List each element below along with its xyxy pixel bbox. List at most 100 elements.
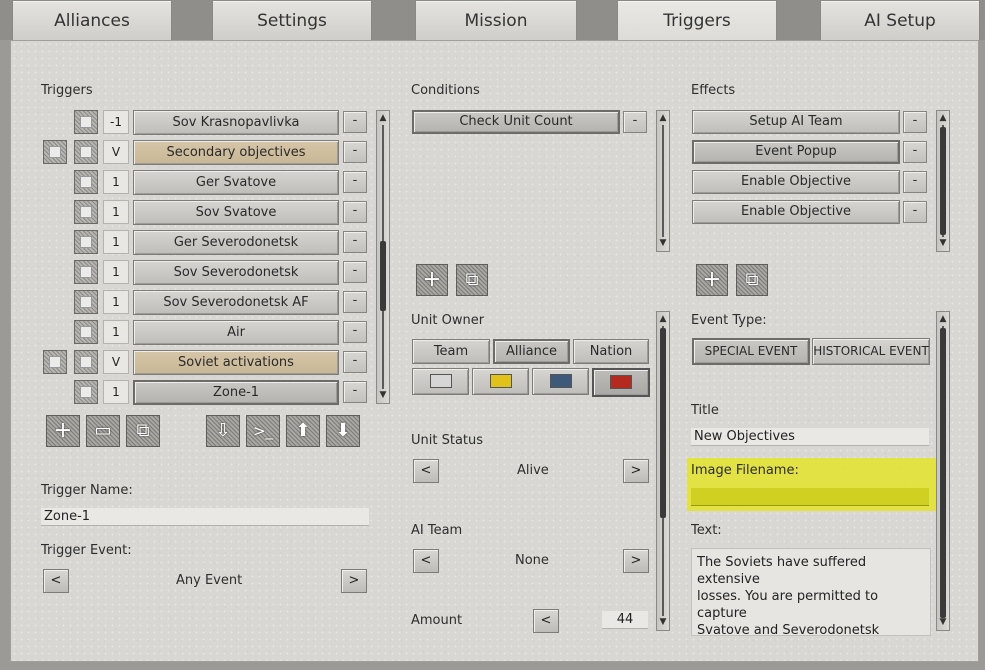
trigger-checkbox[interactable] xyxy=(74,290,98,314)
trigger-checkbox[interactable] xyxy=(74,200,98,224)
remove-trigger-button[interactable]: - xyxy=(343,231,367,253)
trigger-checkbox[interactable] xyxy=(74,140,98,164)
trigger-button[interactable]: Sov Severodonetsk AF xyxy=(133,290,339,315)
group-checkbox[interactable] xyxy=(43,350,67,374)
effect-details-scrollbar[interactable]: ▲ ▼ xyxy=(936,311,950,631)
color-option-yellow[interactable] xyxy=(472,368,529,395)
scroll-down-icon[interactable]: ▼ xyxy=(378,389,388,401)
trigger-group-button[interactable]: Secondary objectives xyxy=(133,140,339,165)
scroll-down-icon[interactable]: ▼ xyxy=(938,616,948,628)
owner-tab-nation[interactable]: Nation xyxy=(573,339,649,364)
trigger-button[interactable]: Ger Severodonetsk xyxy=(133,230,339,255)
tab-triggers[interactable]: Triggers xyxy=(617,0,777,42)
scroll-down-icon[interactable]: ▼ xyxy=(938,237,948,249)
scroll-down-icon[interactable]: ▼ xyxy=(658,237,668,249)
amount-decrease-button[interactable]: < xyxy=(533,609,559,633)
remove-trigger-button[interactable]: - xyxy=(343,321,367,343)
event-text-area[interactable]: The Soviets have suffered extensive loss… xyxy=(691,548,931,638)
scroll-thumb[interactable] xyxy=(940,328,946,618)
trigger-checkbox[interactable] xyxy=(74,230,98,254)
trigger-button[interactable]: Sov Krasnopavlivka xyxy=(133,110,339,135)
remove-trigger-button[interactable]: - xyxy=(343,261,367,283)
trigger-group-button[interactable]: Soviet activations xyxy=(133,350,339,375)
ai-team-next-button[interactable]: > xyxy=(623,549,649,573)
tab-settings[interactable]: Settings xyxy=(212,0,372,40)
console-icon[interactable]: >_ xyxy=(246,415,280,447)
trigger-event-next-button[interactable]: > xyxy=(341,569,367,593)
add-trigger-icon[interactable]: + xyxy=(46,415,80,447)
effect-item[interactable]: Enable Objective xyxy=(692,200,900,224)
tab-ai-setup[interactable]: AI Setup xyxy=(820,0,980,40)
trigger-checkbox[interactable] xyxy=(74,380,98,404)
trigger-button[interactable]: Sov Svatove xyxy=(133,200,339,225)
trigger-button[interactable]: Air xyxy=(133,320,339,345)
color-option-red[interactable] xyxy=(592,368,650,397)
unit-status-prev-button[interactable]: < xyxy=(413,459,439,483)
ai-team-prev-button[interactable]: < xyxy=(413,549,439,573)
group-toggle[interactable]: V xyxy=(103,140,129,164)
remove-effect-button[interactable]: - xyxy=(903,201,927,223)
amount-field[interactable]: 44 xyxy=(602,611,648,629)
remove-trigger-button[interactable]: - xyxy=(343,381,367,403)
condition-item[interactable]: Check Unit Count xyxy=(412,110,620,134)
owner-tab-alliance[interactable]: Alliance xyxy=(493,339,570,364)
import-icon[interactable]: ⇩ xyxy=(206,415,240,447)
copy-trigger-icon[interactable]: ⧉ xyxy=(126,415,160,447)
trigger-list-scrollbar[interactable]: ▲ ▼ xyxy=(376,110,390,404)
tab-mission[interactable]: Mission xyxy=(415,0,577,40)
trigger-checkbox[interactable] xyxy=(74,170,98,194)
remove-condition-button[interactable]: - xyxy=(623,111,647,133)
color-option-blue[interactable] xyxy=(532,368,589,395)
scroll-thumb[interactable] xyxy=(380,241,386,311)
remove-effect-button[interactable]: - xyxy=(903,111,927,133)
scroll-up-icon[interactable]: ▲ xyxy=(658,313,668,325)
trigger-button[interactable]: Zone-1 xyxy=(133,380,339,405)
effect-item[interactable]: Enable Objective xyxy=(692,170,900,194)
remove-trigger-button[interactable]: - xyxy=(343,201,367,223)
remove-trigger-button[interactable]: - xyxy=(343,141,367,163)
scroll-up-icon[interactable]: ▲ xyxy=(938,313,948,325)
event-type-special[interactable]: SPECIAL EVENT xyxy=(692,338,810,365)
title-field[interactable]: New Objectives xyxy=(691,428,929,446)
trigger-name-field[interactable]: Zone-1 xyxy=(41,508,369,526)
tab-alliances[interactable]: Alliances xyxy=(12,0,172,40)
unit-status-next-button[interactable]: > xyxy=(623,459,649,483)
add-folder-icon[interactable]: ▭ xyxy=(86,415,120,447)
group-checkbox[interactable] xyxy=(43,140,67,164)
trigger-checkbox[interactable] xyxy=(74,110,98,134)
scroll-thumb[interactable] xyxy=(660,328,666,518)
scroll-up-icon[interactable]: ▲ xyxy=(938,112,948,124)
remove-trigger-button[interactable]: - xyxy=(343,351,367,373)
move-down-icon[interactable]: ⬇ xyxy=(326,415,360,447)
move-up-icon[interactable]: ⬆ xyxy=(286,415,320,447)
image-filename-field[interactable] xyxy=(691,488,929,506)
copy-effect-icon[interactable]: ⧉ xyxy=(736,264,768,296)
trigger-checkbox[interactable] xyxy=(74,350,98,374)
effect-item[interactable]: Setup AI Team xyxy=(692,110,900,134)
add-effect-icon[interactable]: + xyxy=(696,264,728,296)
trigger-button[interactable]: Sov Severodonetsk xyxy=(133,260,339,285)
scroll-down-icon[interactable]: ▼ xyxy=(658,616,668,628)
owner-tab-team[interactable]: Team xyxy=(412,339,490,364)
scroll-up-icon[interactable]: ▲ xyxy=(658,112,668,124)
remove-trigger-button[interactable]: - xyxy=(343,111,367,133)
remove-effect-button[interactable]: - xyxy=(903,141,927,163)
effect-item[interactable]: Event Popup xyxy=(692,140,900,164)
scroll-thumb[interactable] xyxy=(940,127,946,235)
trigger-event-prev-button[interactable]: < xyxy=(43,569,69,593)
scroll-up-icon[interactable]: ▲ xyxy=(378,112,388,124)
trigger-checkbox[interactable] xyxy=(74,260,98,284)
remove-trigger-button[interactable]: - xyxy=(343,171,367,193)
event-type-historical[interactable]: HISTORICAL EVENT xyxy=(812,338,930,365)
trigger-checkbox[interactable] xyxy=(74,320,98,344)
condition-details-scrollbar[interactable]: ▲ ▼ xyxy=(656,311,670,631)
conditions-scrollbar[interactable]: ▲ ▼ xyxy=(656,110,670,252)
remove-effect-button[interactable]: - xyxy=(903,171,927,193)
effects-scrollbar[interactable]: ▲ ▼ xyxy=(936,110,950,252)
add-condition-icon[interactable]: + xyxy=(416,264,448,296)
trigger-button[interactable]: Ger Svatove xyxy=(133,170,339,195)
group-toggle[interactable]: V xyxy=(103,350,129,374)
copy-condition-icon[interactable]: ⧉ xyxy=(456,264,488,296)
color-option-gray[interactable] xyxy=(412,368,469,395)
remove-trigger-button[interactable]: - xyxy=(343,291,367,313)
